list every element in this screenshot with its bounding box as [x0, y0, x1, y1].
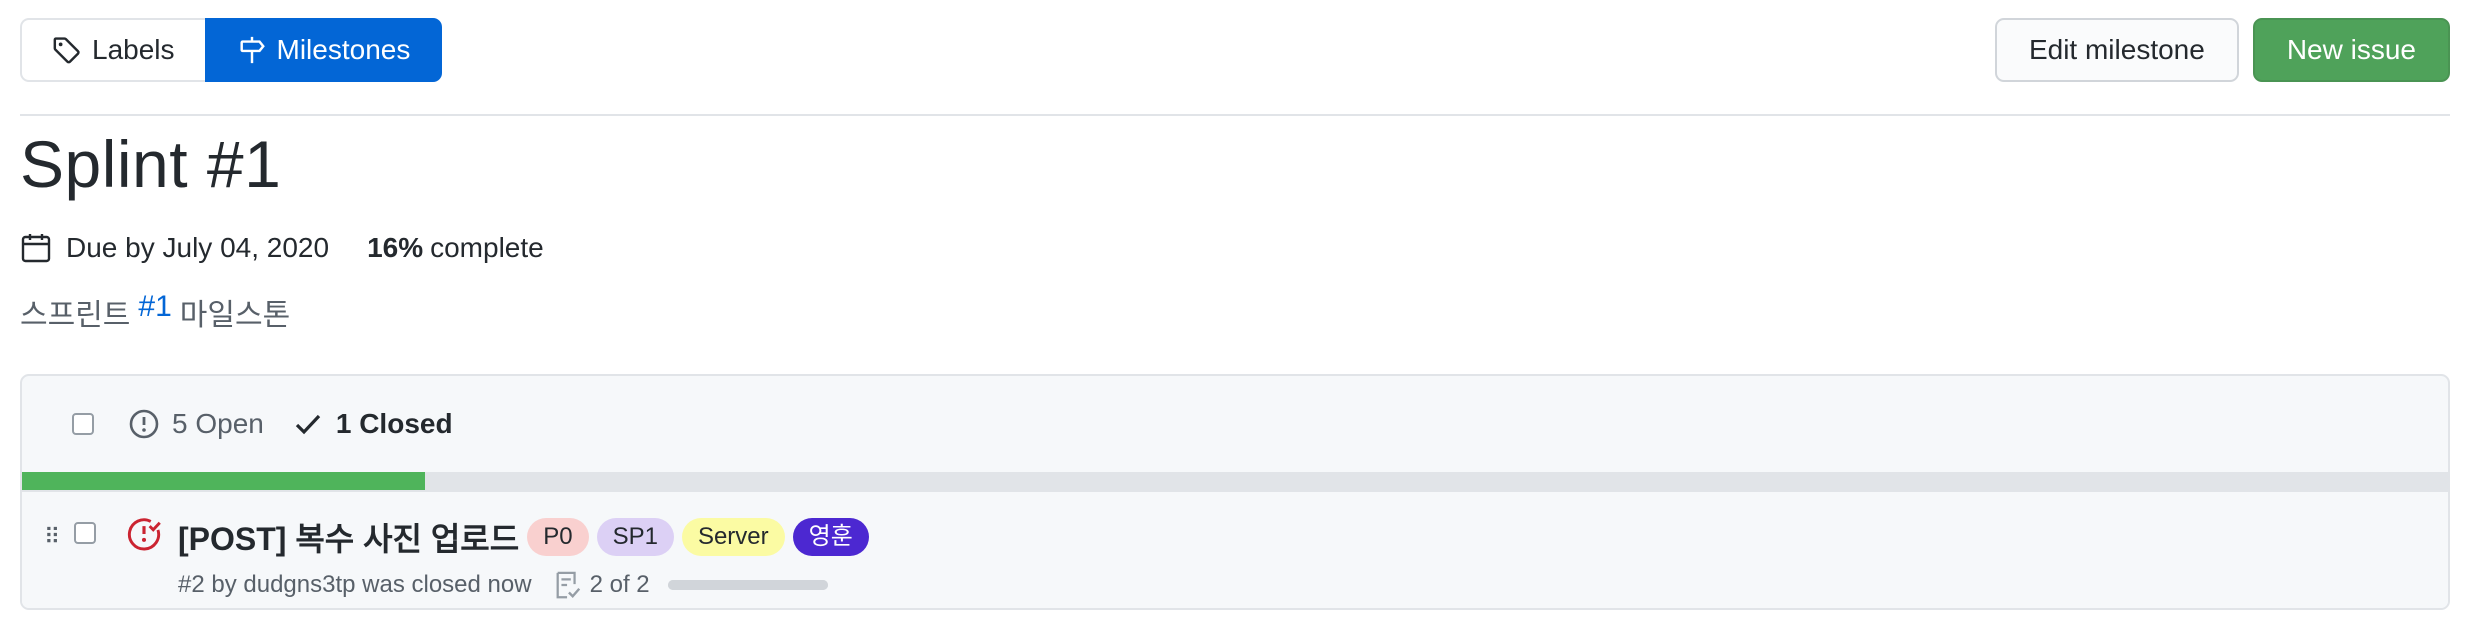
drag-handle-icon[interactable]: ⠿ [44, 524, 60, 550]
issue-checkbox[interactable] [74, 522, 96, 544]
task-progress: 2 of 2 [554, 570, 828, 600]
checklist-icon [556, 571, 580, 599]
issue-opened-icon [129, 409, 159, 439]
percent-complete: 16% [367, 232, 424, 263]
open-count: 5 Open [172, 408, 264, 439]
milestones-tab[interactable]: Milestones [204, 18, 443, 82]
milestone-progress-fill [22, 472, 425, 490]
labels-tab-label: Labels [92, 34, 175, 65]
issues-header: 5 Open 1 Closed [22, 376, 2448, 472]
open-filter[interactable]: 5 Open [128, 408, 264, 440]
description-link[interactable]: #1 [138, 290, 171, 334]
label-sp1[interactable]: SP1 [596, 518, 674, 556]
label-assignee[interactable]: 영훈 [792, 518, 869, 556]
issue-meta: #2 by dudgns3tp was closed now 2 of 2 [178, 570, 828, 600]
task-progress-bar [667, 580, 828, 590]
description-prefix: 스프린트 [20, 299, 131, 332]
issue-row[interactable]: ⠿ [POST] 복수 사진 업로드 P0 SP1 Server 영훈 #2 b… [22, 490, 2448, 608]
labels-tab[interactable]: Labels [20, 18, 205, 82]
task-count: 2 of 2 [589, 571, 650, 598]
complete-text: complete [430, 232, 544, 263]
state-filter: 5 Open 1 Closed [128, 408, 453, 440]
header-divider [20, 114, 2450, 116]
subnav: Labels Milestones [20, 18, 443, 82]
new-issue-button[interactable]: New issue [2252, 18, 2450, 82]
issue-title[interactable]: [POST] 복수 사진 업로드 [178, 514, 519, 560]
issue-closed-icon [127, 518, 161, 551]
calendar-icon [21, 234, 51, 263]
closed-count: 1 Closed [335, 408, 453, 439]
milestone-meta: Due by July 04, 2020 16% complete [20, 232, 544, 264]
milestone-actions: Edit milestone New issue [1994, 18, 2450, 82]
task-progress-fill [667, 580, 828, 590]
tag-icon [53, 37, 80, 64]
milestone-progress-bar [22, 472, 2448, 490]
milestone-icon [239, 36, 265, 64]
description-suffix: 마일스톤 [179, 299, 291, 332]
issue-meta-text: #2 by dudgns3tp was closed now [178, 571, 532, 598]
label-p0[interactable]: P0 [527, 518, 589, 556]
issue-title-line: [POST] 복수 사진 업로드 P0 SP1 Server 영훈 [178, 514, 869, 560]
due-date: Due by July 04, 2020 [66, 232, 330, 263]
edit-milestone-button[interactable]: Edit milestone [1994, 18, 2239, 82]
label-server[interactable]: Server [681, 518, 785, 556]
milestone-description: 스프린트 #1 마일스톤 [20, 290, 290, 334]
select-all-checkbox[interactable] [72, 413, 94, 435]
check-icon [295, 414, 321, 435]
milestones-tab-label: Milestones [276, 34, 411, 65]
issues-box: 5 Open 1 Closed ⠿ [POST] 복수 사진 업로드 P0 SP… [20, 374, 2450, 610]
milestone-title: Splint #1 [20, 127, 282, 201]
closed-filter[interactable]: 1 Closed [292, 408, 453, 440]
